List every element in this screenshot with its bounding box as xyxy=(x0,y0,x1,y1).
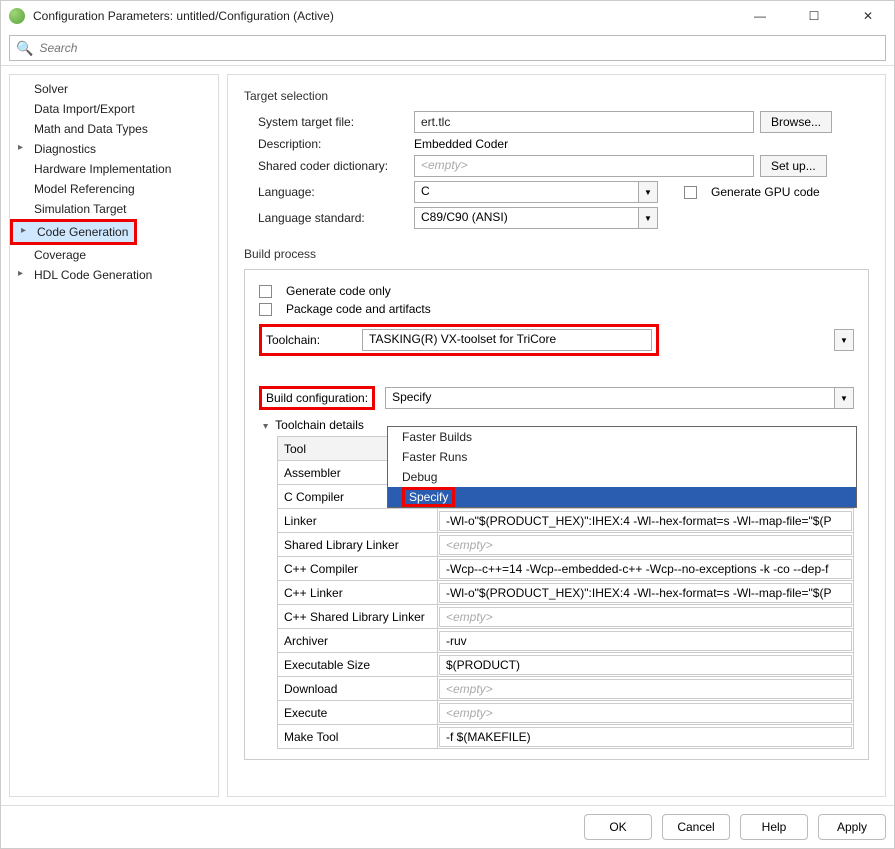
options-cell-input[interactable]: $(PRODUCT) xyxy=(439,655,852,675)
nav-item-hdl-code-generation[interactable]: HDL Code Generation xyxy=(10,265,218,285)
build-process-title: Build process xyxy=(244,247,869,261)
build-config-option[interactable]: Specify xyxy=(388,487,856,507)
window-title: Configuration Parameters: untitled/Confi… xyxy=(33,9,742,23)
tool-cell: Shared Library Linker xyxy=(278,533,438,557)
content-pane: Target selection System target file: Bro… xyxy=(227,74,886,797)
nav-item-data-import-export[interactable]: Data Import/Export xyxy=(10,99,218,119)
options-cell-input[interactable]: -ruv xyxy=(439,631,852,651)
tool-cell: C++ Linker xyxy=(278,581,438,605)
table-row: Executable Size$(PRODUCT) xyxy=(278,653,854,677)
maximize-button[interactable]: ☐ xyxy=(796,2,832,30)
table-row: Archiver-ruv xyxy=(278,629,854,653)
build-config-option[interactable]: Faster Builds xyxy=(388,427,856,447)
options-cell-input[interactable]: -Wcp--c++=14 -Wcp--embedded-c++ -Wcp--no… xyxy=(439,559,852,579)
build-config-label: Build configuration: xyxy=(266,391,368,405)
title-bar: Configuration Parameters: untitled/Confi… xyxy=(1,1,894,31)
table-row: C++ Linker-Wl-o"$(PRODUCT_HEX)":IHEX:4 -… xyxy=(278,581,854,605)
options-cell-input[interactable]: <empty> xyxy=(439,703,852,723)
close-button[interactable]: ✕ xyxy=(850,2,886,30)
help-button[interactable]: Help xyxy=(740,814,808,840)
build-config-option[interactable]: Debug xyxy=(388,467,856,487)
table-row: C++ Shared Library Linker<empty> xyxy=(278,605,854,629)
build-config-dropdown-list[interactable]: Faster BuildsFaster RunsDebugSpecify xyxy=(387,426,857,508)
target-selection-title: Target selection xyxy=(244,89,869,103)
nav-item-math-and-data-types[interactable]: Math and Data Types xyxy=(10,119,218,139)
search-input[interactable] xyxy=(39,41,879,55)
language-label: Language: xyxy=(258,185,408,199)
table-row: C++ Compiler-Wcp--c++=14 -Wcp--embedded-… xyxy=(278,557,854,581)
build-process-group: Generate code only Package code and arti… xyxy=(244,269,869,760)
options-cell-input[interactable]: -Wl-o"$(PRODUCT_HEX)":IHEX:4 -Wl--hex-fo… xyxy=(439,511,852,531)
nav-item-solver[interactable]: Solver xyxy=(10,79,218,99)
table-row: Download<empty> xyxy=(278,677,854,701)
shared-dict-label: Shared coder dictionary: xyxy=(258,159,408,173)
apply-button[interactable]: Apply xyxy=(818,814,886,840)
table-row: Shared Library Linker<empty> xyxy=(278,533,854,557)
minimize-button[interactable]: — xyxy=(742,2,778,30)
system-target-file-label: System target file: xyxy=(258,115,408,129)
nav-item-simulation-target[interactable]: Simulation Target xyxy=(10,199,218,219)
options-cell-input[interactable]: -Wl-o"$(PRODUCT_HEX)":IHEX:4 -Wl--hex-fo… xyxy=(439,583,852,603)
chevron-down-icon[interactable]: ▼ xyxy=(638,207,658,229)
dialog-footer: OK Cancel Help Apply xyxy=(1,805,894,848)
ok-button[interactable]: OK xyxy=(584,814,652,840)
setup-button[interactable]: Set up... xyxy=(760,155,827,177)
disclosure-icon[interactable]: ▸ xyxy=(260,424,271,429)
search-bar[interactable]: 🔍 xyxy=(9,35,886,61)
generate-code-only-checkbox[interactable] xyxy=(259,285,272,298)
tool-cell: Download xyxy=(278,677,438,701)
chevron-down-icon[interactable]: ▼ xyxy=(638,181,658,203)
nav-tree[interactable]: SolverData Import/ExportMath and Data Ty… xyxy=(9,74,219,797)
tool-cell: C++ Compiler xyxy=(278,557,438,581)
tool-cell: Linker xyxy=(278,509,438,533)
app-icon xyxy=(9,8,25,24)
table-row: Linker-Wl-o"$(PRODUCT_HEX)":IHEX:4 -Wl--… xyxy=(278,509,854,533)
search-icon: 🔍 xyxy=(16,40,33,57)
tool-cell: Make Tool xyxy=(278,725,438,749)
table-row: Make Tool-f $(MAKEFILE) xyxy=(278,725,854,749)
tool-cell: Archiver xyxy=(278,629,438,653)
language-std-label: Language standard: xyxy=(258,211,408,225)
description-label: Description: xyxy=(258,137,408,151)
language-dropdown[interactable]: C ▼ xyxy=(414,181,658,203)
build-config-option[interactable]: Faster Runs xyxy=(388,447,856,467)
toolchain-value: TASKING(R) VX-toolset for TriCore xyxy=(362,329,652,351)
options-cell-input[interactable]: -f $(MAKEFILE) xyxy=(439,727,852,747)
package-code-checkbox[interactable] xyxy=(259,303,272,316)
build-config-dropdown[interactable]: Specify ▼ xyxy=(385,387,854,409)
language-std-dropdown[interactable]: C89/C90 (ANSI) ▼ xyxy=(414,207,658,229)
nav-item-diagnostics[interactable]: Diagnostics xyxy=(10,139,218,159)
toolchain-details-label: Toolchain details xyxy=(275,418,364,432)
options-cell-input[interactable]: <empty> xyxy=(439,607,852,627)
nav-item-model-referencing[interactable]: Model Referencing xyxy=(10,179,218,199)
nav-item-hardware-implementation[interactable]: Hardware Implementation xyxy=(10,159,218,179)
tool-cell: Executable Size xyxy=(278,653,438,677)
system-target-file-input[interactable] xyxy=(414,111,754,133)
toolchain-label: Toolchain: xyxy=(266,333,352,347)
generate-code-only-label: Generate code only xyxy=(286,284,391,298)
gpu-checkbox[interactable] xyxy=(684,186,697,199)
options-cell-input[interactable]: <empty> xyxy=(439,679,852,699)
cancel-button[interactable]: Cancel xyxy=(662,814,730,840)
table-row: Execute<empty> xyxy=(278,701,854,725)
gpu-label: Generate GPU code xyxy=(711,185,820,199)
nav-item-code-generation[interactable]: Code Generation xyxy=(13,222,134,242)
description-value: Embedded Coder xyxy=(414,137,508,151)
nav-item-coverage[interactable]: Coverage xyxy=(10,245,218,265)
toolchain-dropdown-button[interactable]: ▼ xyxy=(834,329,854,351)
shared-dict-input[interactable]: <empty> xyxy=(414,155,754,177)
chevron-down-icon[interactable]: ▼ xyxy=(834,387,854,409)
tool-cell: Execute xyxy=(278,701,438,725)
options-cell-input[interactable]: <empty> xyxy=(439,535,852,555)
package-code-label: Package code and artifacts xyxy=(286,302,431,316)
browse-button[interactable]: Browse... xyxy=(760,111,832,133)
tool-cell: C++ Shared Library Linker xyxy=(278,605,438,629)
